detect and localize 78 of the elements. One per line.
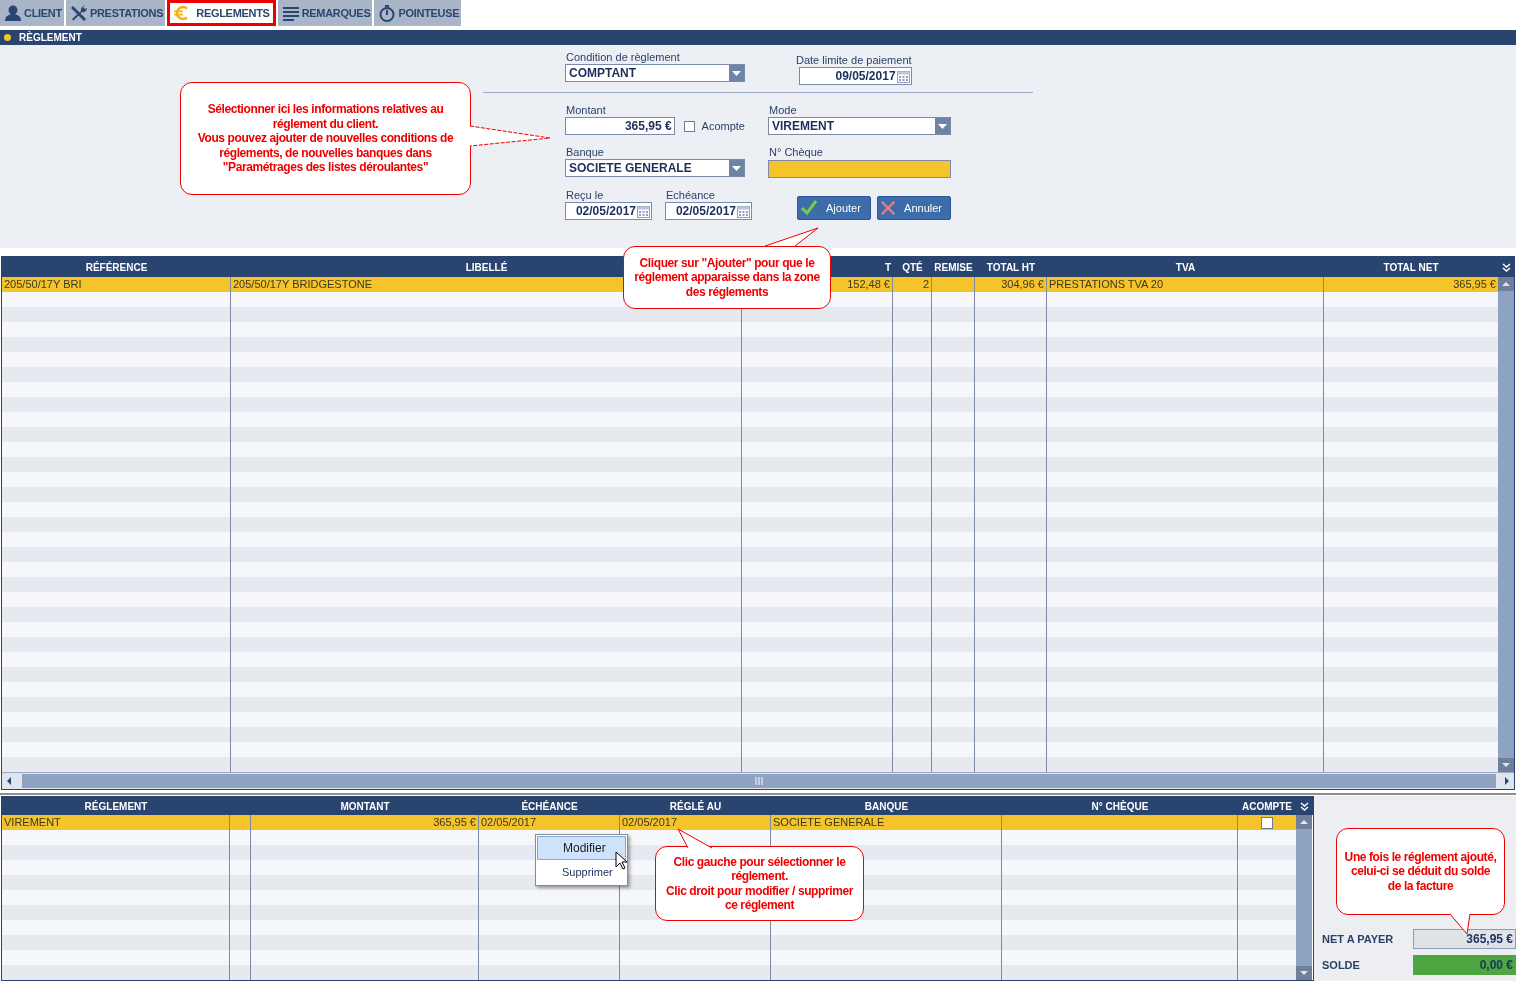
callout-text: Clic gauche pour sélectionner le réglement. Clic droit pour modifier / supprimer ce réglement bbox=[655, 846, 864, 921]
dropdown[interactable]: SOCIETE GENERALE bbox=[565, 159, 745, 177]
field-label: Condition de règlement bbox=[566, 50, 681, 64]
field-label: Mode bbox=[769, 103, 798, 117]
calendar-icon[interactable] bbox=[636, 203, 651, 219]
calendar-icon[interactable] bbox=[736, 203, 751, 219]
column-header[interactable]: RÉGLÉ AU bbox=[669, 800, 722, 812]
checkbox[interactable] bbox=[683, 120, 695, 132]
tab[interactable]: REGLEMENTS bbox=[167, 0, 276, 26]
add-button[interactable]: Ajouter bbox=[797, 196, 871, 220]
scroll-down-icon[interactable] bbox=[1296, 966, 1312, 980]
calendar-icon[interactable] bbox=[895, 68, 911, 84]
table-row[interactable]: VIREMENT 365,95 € 02/05/2017 02/05/2017 SOCIETE GENERALE bbox=[2, 815, 1296, 830]
callout-pointer bbox=[763, 226, 821, 248]
net-to-pay-field: 365,95 € bbox=[1413, 929, 1516, 949]
grip-icon bbox=[755, 777, 763, 785]
callout-text: Sélectionner ici les informations relatives au réglement du client. Vous pouvez ajouter de nouvelles conditions de réglements, de nouvelles banques dans "Paramétrages des listes déroulantes" bbox=[180, 82, 471, 195]
date-field[interactable]: 02/05/2017 bbox=[665, 202, 752, 220]
tools-icon bbox=[69, 4, 88, 22]
chevron-down-icon[interactable] bbox=[1299, 801, 1309, 811]
menu-item[interactable]: Modifier bbox=[537, 836, 626, 860]
column-header[interactable]: BANQUE bbox=[864, 800, 909, 812]
field-label: Date limite de paiement bbox=[796, 53, 912, 67]
cancel-button[interactable]: Annuler bbox=[877, 196, 951, 220]
field-label: N° Chèque bbox=[769, 145, 824, 159]
column-header[interactable]: REMISE bbox=[934, 261, 973, 273]
stopwatch-icon bbox=[378, 4, 397, 22]
field-label: Banque bbox=[566, 145, 605, 159]
column-header[interactable]: TVA bbox=[1175, 261, 1196, 273]
date-field[interactable]: 02/05/2017 bbox=[565, 202, 652, 220]
menu-item[interactable]: Supprimer bbox=[537, 860, 626, 884]
table-cell-text: 365,95 € bbox=[1452, 277, 1497, 292]
tab[interactable]: CLIENT bbox=[0, 0, 64, 26]
column-header[interactable]: N° CHÈQUE bbox=[1091, 800, 1149, 812]
field-label: Reçu le bbox=[566, 188, 605, 202]
dropdown[interactable]: VIREMENT bbox=[768, 117, 951, 135]
caret-icon bbox=[732, 70, 741, 76]
balance-field: 0,00 € bbox=[1413, 955, 1516, 975]
amount-field[interactable]: 365,95 € bbox=[565, 117, 675, 135]
checkbox-label: Acompte bbox=[701, 120, 745, 132]
person-icon bbox=[4, 4, 22, 22]
column-header[interactable]: ACOMPTE bbox=[1242, 800, 1292, 812]
column-header[interactable]: RÉFÉRENCE bbox=[85, 261, 148, 273]
cheque-number-field[interactable] bbox=[768, 160, 951, 178]
callout-text: Une fois le réglement ajouté, celui-ci se déduit du solde de la facture bbox=[1336, 828, 1505, 915]
callout-pointer bbox=[1448, 912, 1472, 936]
caret-icon bbox=[732, 165, 741, 171]
column-header[interactable]: T bbox=[884, 261, 891, 273]
scroll-down-icon[interactable] bbox=[1498, 758, 1514, 772]
vertical-scrollbar[interactable] bbox=[1498, 277, 1514, 772]
tab[interactable]: POINTEUSE bbox=[374, 0, 462, 26]
column-header[interactable]: TOTAL HT bbox=[986, 261, 1036, 273]
chevron-down-icon[interactable] bbox=[1501, 262, 1511, 272]
scroll-up-icon[interactable] bbox=[1498, 277, 1514, 291]
column-header[interactable]: QTÉ bbox=[902, 261, 923, 273]
field-label: Montant bbox=[566, 103, 607, 117]
date-field[interactable]: 09/05/2017 bbox=[798, 67, 912, 85]
status-dot-icon bbox=[4, 34, 11, 41]
field-label: Echéance bbox=[666, 188, 716, 202]
column-header[interactable]: RÉGLEMENT bbox=[84, 800, 148, 812]
section-title: RÈGLEMENT bbox=[19, 32, 82, 43]
tab[interactable]: REMARQUES bbox=[277, 0, 373, 26]
lines-icon bbox=[281, 4, 300, 22]
net-to-pay-label: NET A PAYER bbox=[1322, 933, 1394, 945]
horizontal-scrollbar[interactable] bbox=[2, 772, 1514, 789]
column-header[interactable]: MONTANT bbox=[340, 800, 390, 812]
caret-icon bbox=[938, 123, 947, 129]
checkbox[interactable] bbox=[1261, 816, 1273, 829]
vertical-scrollbar[interactable] bbox=[1296, 815, 1312, 980]
dropdown[interactable]: COMPTANT bbox=[565, 64, 745, 82]
check-icon bbox=[800, 199, 818, 217]
cross-icon bbox=[880, 199, 897, 217]
column-header[interactable]: ÉCHÉANCE bbox=[521, 800, 578, 812]
tab[interactable]: PRESTATIONS bbox=[65, 0, 166, 26]
column-header[interactable]: TOTAL NET bbox=[1383, 261, 1439, 273]
column-header[interactable]: LIBELLÉ bbox=[465, 261, 508, 273]
balance-label: SOLDE bbox=[1322, 959, 1360, 971]
euro-icon bbox=[172, 4, 191, 22]
